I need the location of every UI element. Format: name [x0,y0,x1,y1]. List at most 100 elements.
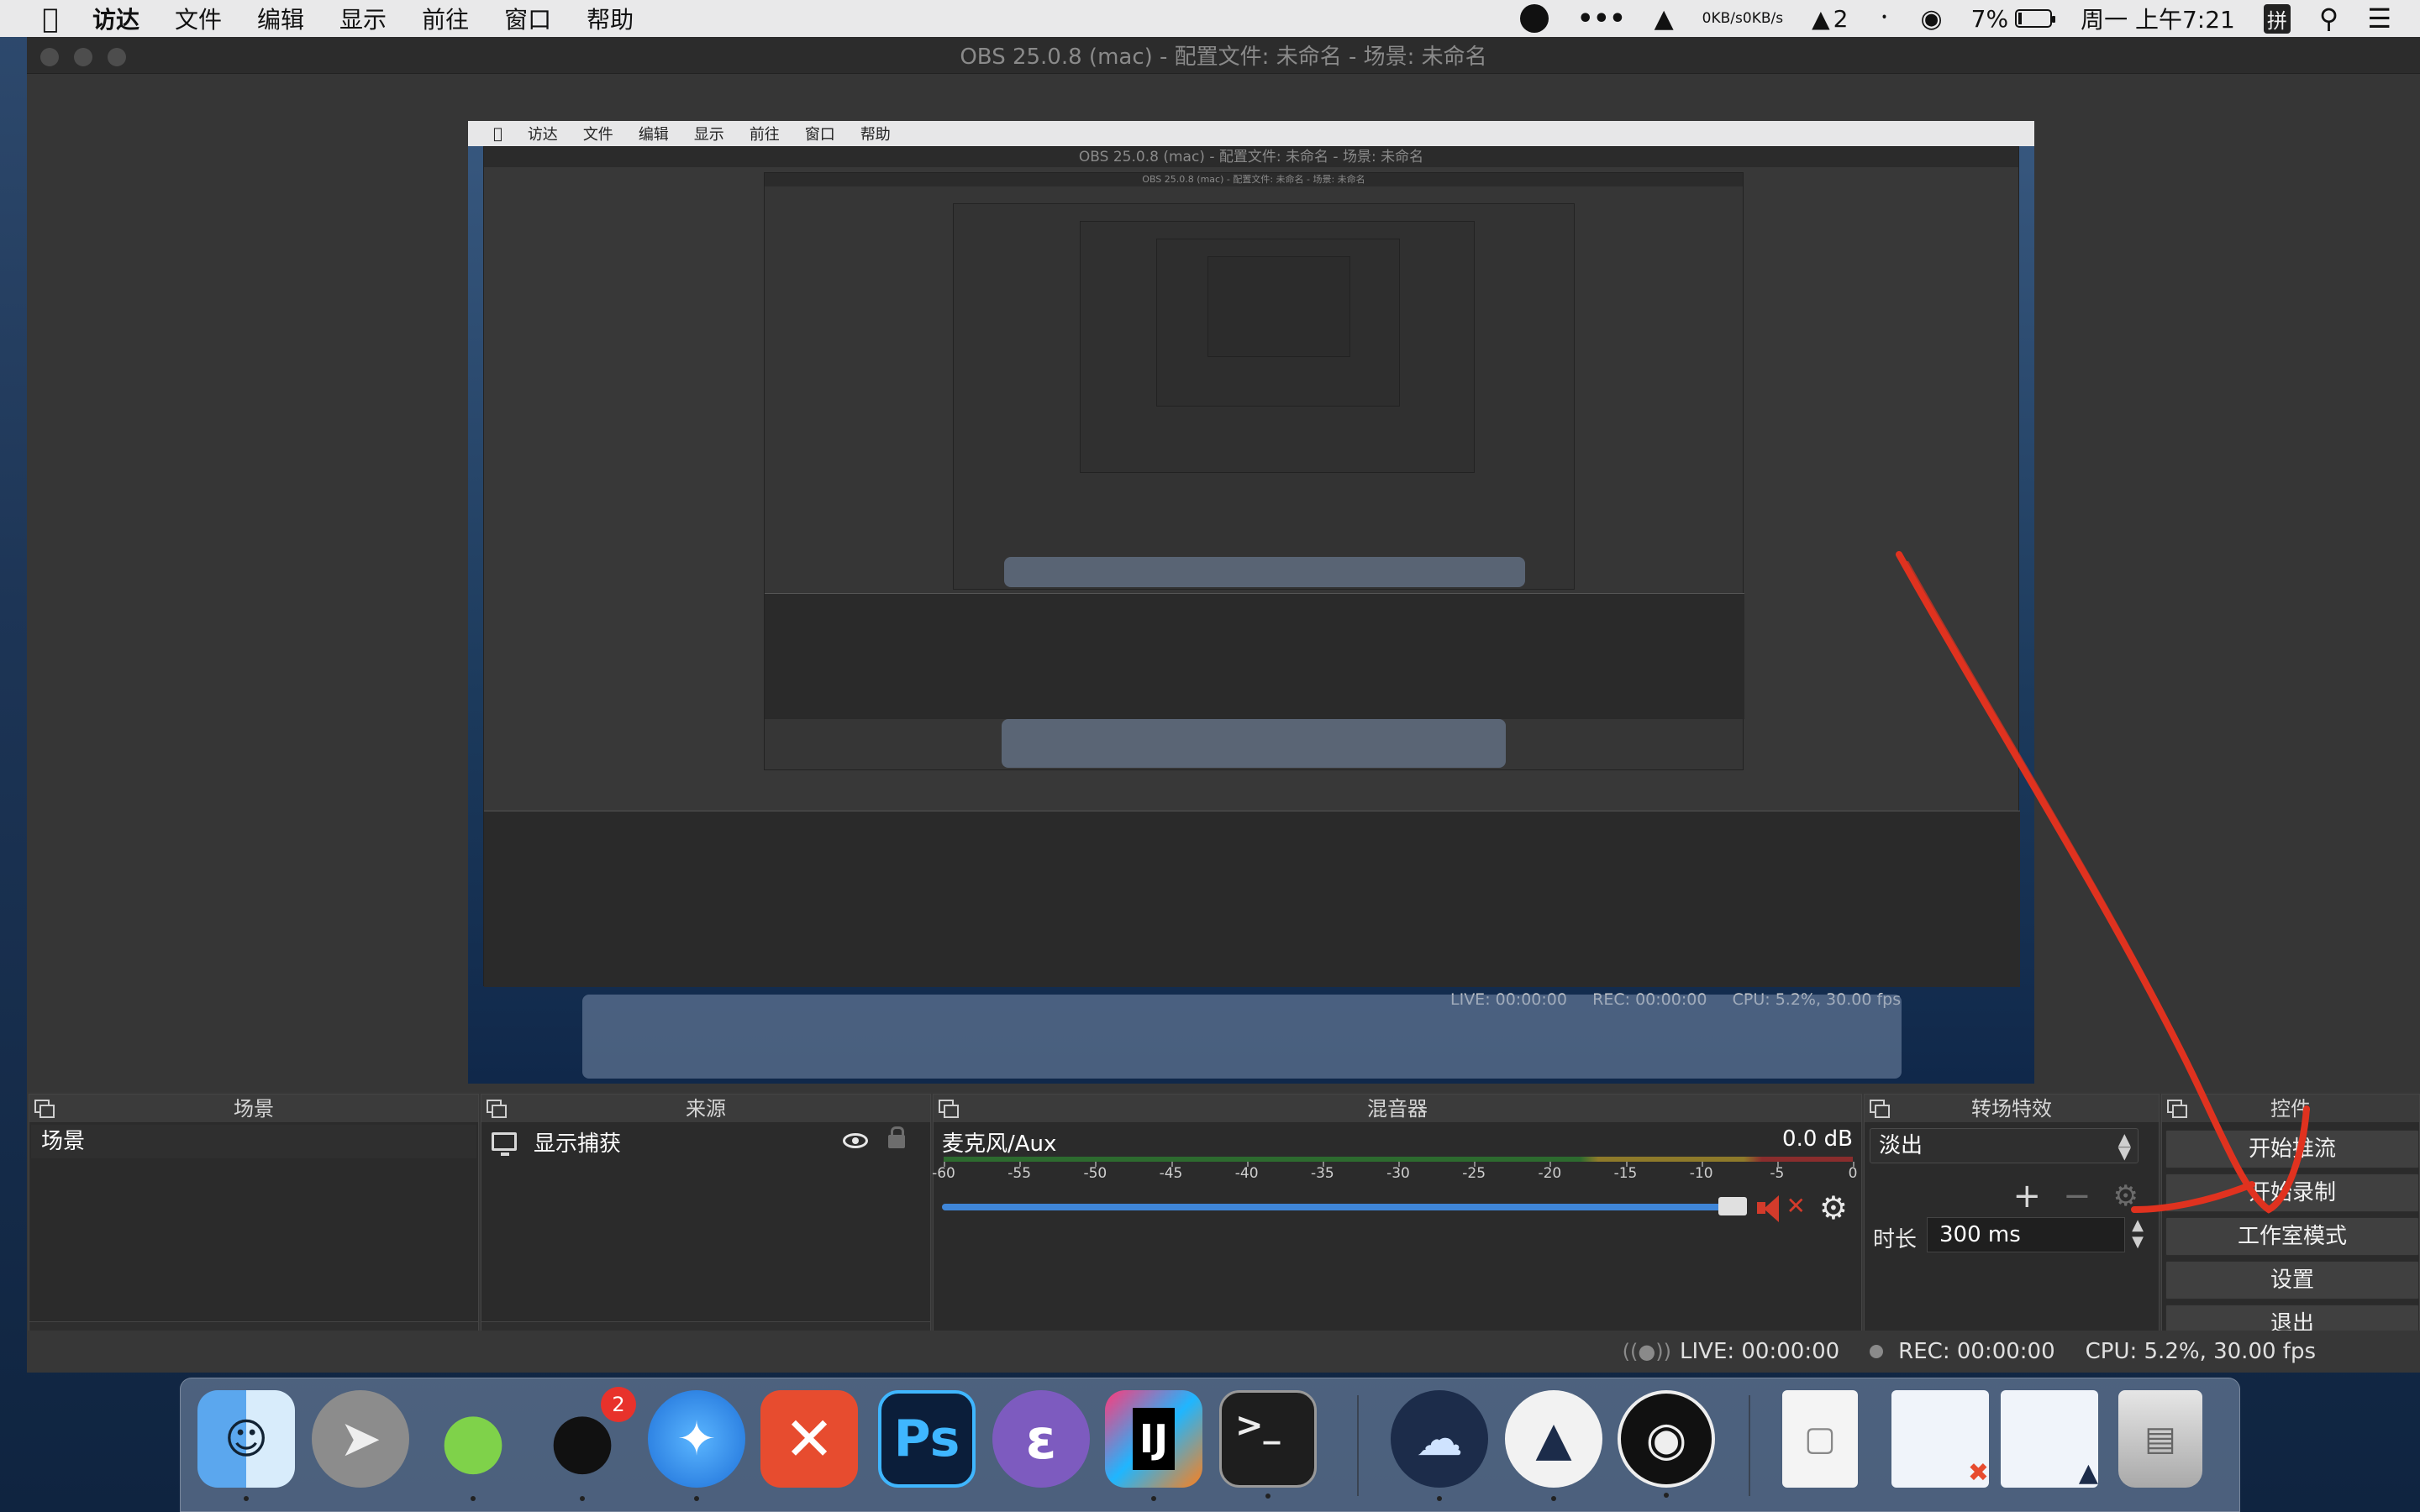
menu-go[interactable]: 前往 [422,2,469,35]
meter-tick-label: -30 [1386,1165,1410,1182]
menu-help[interactable]: 帮助 [587,2,634,35]
nested-obs-window-level4 [1080,221,1475,473]
obs-icon[interactable]: ◉ [1618,1390,1715,1498]
meter-tick-label: -40 [1234,1165,1259,1182]
window-titlebar[interactable]: OBS 25.0.8 (mac) - 配置文件: 未命名 - 场景: 未命名 [27,37,2420,74]
notification-center-icon[interactable]: ☰ [2367,3,2391,34]
bluetooth-icon[interactable]: ᛫ [1876,4,1891,34]
nested-obs-window: OBS 25.0.8 (mac) - 配置文件: 未命名 - 场景: 未命名 O… [483,146,2020,1009]
mixer-dock-header[interactable]: 混音器 [934,1095,1861,1123]
display-capture-preview:  访达 文件 编辑 显示 前往 窗口 帮助 OBS 25.0.8 (mac) … [468,121,2034,1084]
nested-window-title-2: OBS 25.0.8 (mac) - 配置文件: 未命名 - 场景: 未命名 [765,173,1743,186]
scenes-dock-header[interactable]: 场景 [29,1095,478,1123]
undock-icon[interactable] [2167,1100,2187,1118]
settings-button[interactable]: 设置 [2165,1261,2419,1299]
meter-tick-label: -55 [1007,1165,1032,1182]
transition-properties-gear-icon[interactable]: ⚙ [2113,1179,2139,1213]
transition-tools: + − ⚙ [1991,1177,2139,1215]
nested-menubar:  访达 文件 编辑 显示 前往 窗口 帮助 [468,121,2034,146]
scene-list-item[interactable]: 场景 [31,1125,476,1158]
more-dots-icon[interactable]: ••• [1577,4,1626,34]
zoom-window-button[interactable] [108,48,126,66]
menubar-clock[interactable]: 周一 上午7:21 [2081,2,2235,35]
undock-icon[interactable] [34,1100,55,1118]
macos-menubar:  访达 文件 编辑 显示 前往 窗口 帮助 ••• ▲ 0KB/s 0KB/s… [0,0,2420,37]
input-method-icon[interactable]: 拼 [2263,3,2291,34]
select-updown-icon: ▲ ▼ [2118,1129,2131,1163]
menu-edit[interactable]: 编辑 [257,2,304,35]
start-recording-button[interactable]: 开始录制 [2165,1173,2419,1212]
start-streaming-button[interactable]: 开始推流 [2165,1130,2419,1168]
rec-timer: REC: 00:00:00 [1898,1339,2055,1364]
source-list-item[interactable]: 显示捕获 [483,1125,929,1158]
add-transition-button[interactable]: + [2012,1177,2041,1215]
lock-icon[interactable] [888,1126,905,1148]
nested-panels-level2 [765,593,1744,719]
meter-tick-label: 0 [1848,1165,1858,1182]
screenshot-file-icon[interactable]: ✖ [1891,1390,1989,1488]
finder-icon[interactable]: ☺ [197,1390,295,1501]
nested-menu-item: 前往 [740,126,780,144]
mixer-title: 混音器 [1367,1097,1428,1121]
qq-bell-status[interactable]: ▲ 2 [1812,5,1848,33]
mixer-settings-gear-icon[interactable]: ⚙ [1819,1192,1848,1224]
volume-slider-thumb[interactable] [1718,1197,1747,1215]
menu-file[interactable]: 文件 [175,2,222,35]
wifi-icon[interactable]: ◉ [1920,4,1942,34]
apple-menu-icon[interactable]:  [34,3,67,34]
undock-icon[interactable] [939,1100,959,1118]
wechat-icon[interactable]: ● [424,1390,522,1501]
safari-compass-icon[interactable]: ✦ [648,1390,745,1501]
sources-dock: 来源 显示捕获 + − ⚙ ⌃ ⌃ [481,1094,931,1366]
obs-status-icon[interactable] [1520,4,1549,33]
battery-status[interactable]: 7% [1971,5,2056,33]
obs-window: OBS 25.0.8 (mac) - 配置文件: 未命名 - 场景: 未命名 … [27,37,2420,1373]
obs-preview[interactable]:  访达 文件 编辑 显示 前往 窗口 帮助 OBS 25.0.8 (mac) … [27,74,2420,1092]
meter-tick-label: -60 [932,1165,955,1182]
undock-icon[interactable] [1870,1100,1890,1118]
source-name: 显示捕获 [534,1131,622,1157]
nested-panels-level1 [484,811,2020,987]
emacs-icon[interactable]: ε [992,1390,1090,1488]
minimize-window-button[interactable] [74,48,92,66]
nested-dock-level1 [582,995,1902,1079]
net-down-speed: 0KB/s [1742,10,1784,27]
screenshot-file-2-icon[interactable]: ▲ [2001,1390,2098,1488]
intellij-idea-icon[interactable]: IJ [1105,1390,1202,1501]
cat-icon[interactable]: ▲ [1655,4,1674,34]
nested-window-title: OBS 25.0.8 (mac) - 配置文件: 未命名 - 场景: 未命名 [484,147,2018,167]
menu-window[interactable]: 窗口 [504,2,551,35]
menu-app-name[interactable]: 访达 [92,2,139,35]
duration-spinner[interactable]: ▲ ▼ [2127,1217,2149,1252]
spotlight-search-icon[interactable]: ⚲ [2319,3,2338,34]
nested-obs-window-level5 [1156,239,1400,407]
close-window-button[interactable] [40,48,59,66]
volume-slider[interactable] [942,1197,1747,1215]
meter-tick-label: -35 [1310,1165,1334,1182]
undock-icon[interactable] [487,1100,507,1118]
broadcast-icon: ((●)) [1622,1340,1671,1363]
photoshop-icon[interactable]: Ps [878,1390,976,1488]
transitions-title: 转场特效 [1971,1097,2052,1121]
terminal-icon[interactable]: >_ [1219,1390,1317,1499]
controls-dock-header[interactable]: 控件 [2162,1095,2419,1123]
qq-penguin-icon[interactable]: ● 2 [534,1387,636,1501]
transition-select[interactable]: 淡出 ▲ ▼ [1870,1128,2139,1163]
monitor-icon [492,1132,517,1156]
menu-view[interactable]: 显示 [339,2,387,35]
trash-icon[interactable]: ▤ [2118,1390,2202,1488]
studio-mode-button[interactable]: 工作室模式 [2165,1217,2419,1256]
network-speed[interactable]: 0KB/s 0KB/s [1702,11,1783,26]
obs-statusbar: ((●)) LIVE: 00:00:00 REC: 00:00:00 CPU: … [27,1331,2420,1373]
visibility-eye-icon[interactable] [843,1133,868,1148]
cloud-terminal-icon[interactable]: ☁ [1391,1390,1488,1501]
duration-input[interactable]: 300 ms [1927,1217,2125,1252]
nested-menu-item: 帮助 [851,126,891,144]
sources-dock-header[interactable]: 来源 [481,1095,930,1123]
document-icon[interactable]: ▢ [1782,1390,1858,1488]
launchpad-rocket-icon[interactable]: ➤ [312,1390,409,1488]
remove-transition-button[interactable]: − [2063,1177,2091,1215]
transitions-dock-header[interactable]: 转场特效 [1865,1095,2159,1123]
xmind-icon[interactable]: ✕ [760,1390,858,1488]
cat-app-icon[interactable]: ▲ [1505,1390,1602,1501]
